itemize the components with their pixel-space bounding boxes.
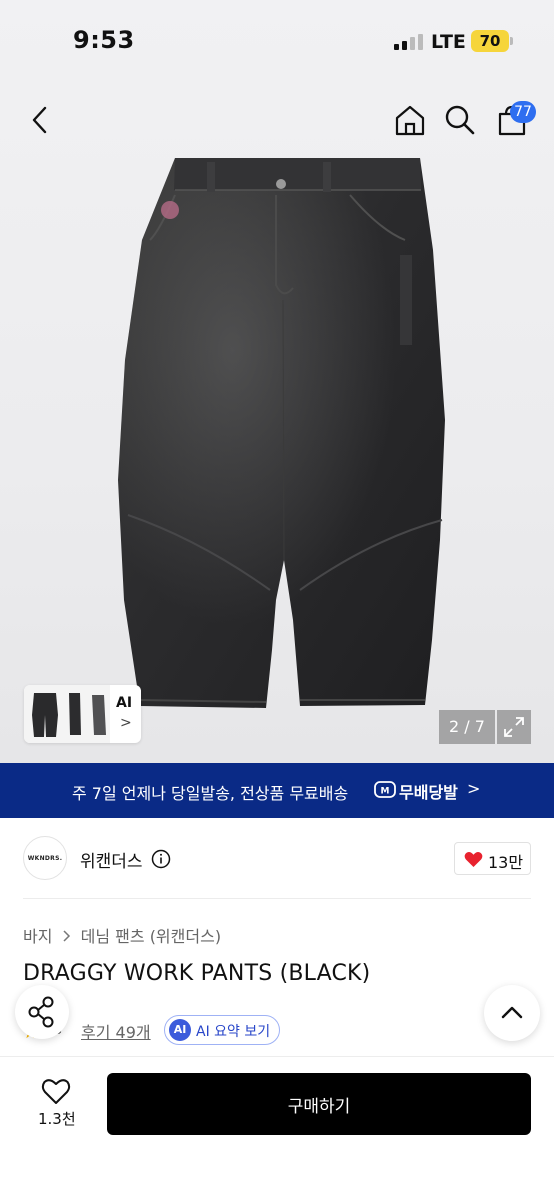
- chevron-right-icon: >: [120, 715, 132, 731]
- shipping-banner-brand: 무배당발: [399, 783, 458, 802]
- image-pager: 2 / 7: [439, 710, 495, 744]
- battery-cap: [510, 37, 513, 45]
- battery-level: 70: [479, 32, 501, 50]
- back-button[interactable]: [22, 102, 58, 138]
- chevron-right-icon: >: [467, 779, 481, 798]
- breadcrumb: 바지 데님 팬츠 (위캔더스): [23, 923, 221, 947]
- battery-icon: 70: [471, 30, 509, 52]
- buy-button[interactable]: 구매하기: [107, 1073, 531, 1135]
- svg-text:M: M: [381, 787, 390, 797]
- divider: [23, 898, 531, 899]
- shipping-banner-text: 주 7일 언제나 당일발송, 전상품 무료배송: [72, 784, 349, 803]
- favorite-count: 1.3천: [38, 1110, 76, 1128]
- product-title: DRAGGY WORK PANTS (BLACK): [23, 961, 371, 986]
- brand-like-button[interactable]: 13만: [454, 842, 531, 875]
- cellular-signal-icon: [394, 34, 423, 50]
- musinsa-delivery-icon: M: [374, 781, 396, 798]
- breadcrumb-item-pants[interactable]: 바지: [23, 927, 52, 946]
- thumbnail-images: [24, 685, 110, 743]
- info-icon[interactable]: [151, 849, 171, 869]
- chevron-right-icon: [62, 927, 72, 946]
- shipping-banner[interactable]: 주 7일 언제나 당일발송, 전상품 무료배송 M 무배당발 >: [0, 763, 554, 818]
- brand-name[interactable]: 위캔더스: [80, 847, 143, 872]
- ai-badge-icon: AI: [169, 1019, 191, 1041]
- breadcrumb-item-denim[interactable]: 데님 팬츠 (위캔더스): [81, 927, 221, 946]
- share-icon: [28, 996, 54, 1028]
- ai-thumbnail-card[interactable]: AI >: [24, 685, 141, 743]
- heart-outline-icon[interactable]: [41, 1077, 71, 1105]
- status-bar: 9:53 LTE 70: [0, 0, 554, 80]
- search-icon: [445, 105, 475, 135]
- expand-icon: [504, 717, 524, 737]
- reviews-link[interactable]: 후기 49개: [81, 1019, 151, 1043]
- brand-logo[interactable]: WKNDRS.: [23, 836, 67, 880]
- chevron-left-icon: [32, 106, 47, 134]
- share-button[interactable]: [15, 985, 69, 1039]
- search-button[interactable]: [442, 102, 478, 138]
- ai-thumbnail-label: AI: [116, 695, 133, 711]
- status-time: 9:53: [73, 26, 135, 54]
- cart-count-badge: 77: [510, 101, 536, 123]
- scroll-top-button[interactable]: [484, 985, 540, 1041]
- product-image-area[interactable]: 9:53 LTE 70 77 AI > 2 / 7: [0, 0, 554, 763]
- home-button[interactable]: [392, 102, 428, 138]
- brand-like-count: 13만: [488, 853, 524, 872]
- home-icon: [395, 105, 425, 136]
- heart-filled-icon: [464, 852, 483, 868]
- fullscreen-button[interactable]: [497, 710, 531, 744]
- chevron-up-icon: [501, 1006, 523, 1019]
- ai-summary-label: AI 요약 보기: [196, 1024, 271, 1040]
- ai-summary-button[interactable]: AI AI 요약 보기: [164, 1015, 280, 1045]
- network-type: LTE: [431, 31, 466, 53]
